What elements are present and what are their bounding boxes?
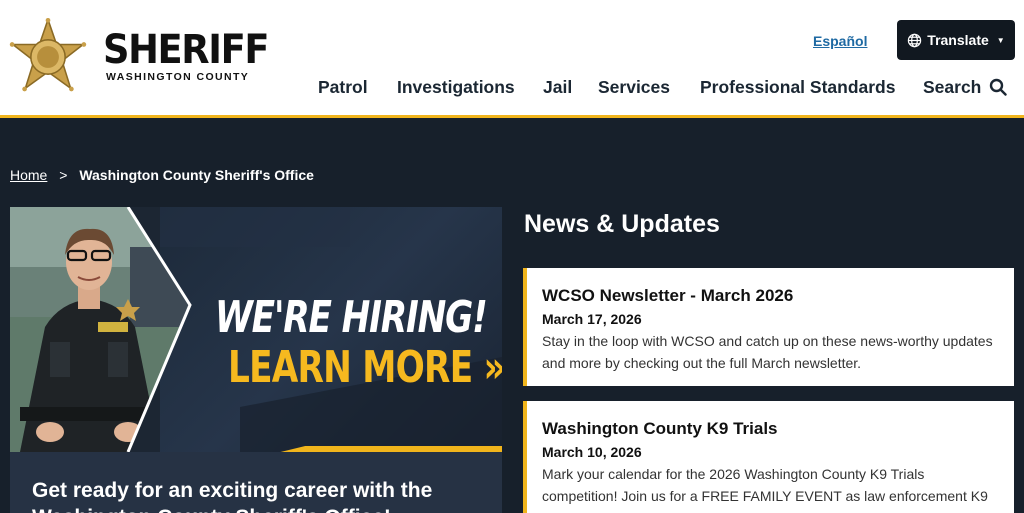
translate-button[interactable]: Translate ▼ bbox=[897, 20, 1015, 60]
nav-patrol[interactable]: Patrol bbox=[318, 77, 368, 98]
hero-caption: Get ready for an exciting career with th… bbox=[32, 479, 433, 513]
espanol-link[interactable]: Español bbox=[813, 33, 867, 49]
hero-caption-box: Get ready for an exciting career with th… bbox=[10, 452, 502, 513]
deputy-photo bbox=[10, 207, 192, 452]
news-heading: News & Updates bbox=[524, 210, 720, 238]
learn-more-cta[interactable]: LEARN MORE » bbox=[228, 345, 502, 391]
news-card[interactable]: Washington County K9 Trials March 10, 20… bbox=[523, 401, 1014, 513]
caret-down-icon: ▼ bbox=[996, 35, 1005, 45]
breadcrumb-current: Washington County Sheriff's Office bbox=[79, 167, 314, 183]
nav-investigations[interactable]: Investigations bbox=[397, 77, 515, 98]
nav-jail[interactable]: Jail bbox=[543, 77, 572, 98]
news-card-date: March 17, 2026 bbox=[542, 311, 642, 327]
hiring-headline: WE'RE HIRING! bbox=[215, 292, 488, 343]
news-card-summary: Mark your calendar for the 2026 Washingt… bbox=[542, 466, 990, 513]
news-card[interactable]: WCSO Newsletter - March 2026 March 17, 2… bbox=[523, 268, 1014, 386]
nav-search-label: Search bbox=[923, 77, 982, 97]
news-card-summary: Stay in the loop with WCSO and catch up … bbox=[542, 333, 993, 371]
site-header: SHERIFF WASHINGTON COUNTY Español Transl… bbox=[0, 0, 1024, 118]
brand-title: SHERIFF bbox=[103, 27, 269, 73]
breadcrumb-separator: > bbox=[59, 167, 68, 183]
breadcrumb-home-link[interactable]: Home bbox=[10, 167, 47, 183]
nav-search[interactable]: Search bbox=[923, 77, 1007, 98]
news-card-title[interactable]: WCSO Newsletter - March 2026 bbox=[542, 286, 1014, 306]
news-card-date: March 10, 2026 bbox=[542, 444, 642, 460]
nav-services[interactable]: Services bbox=[598, 77, 670, 98]
search-icon bbox=[990, 78, 1007, 96]
news-card-title[interactable]: Washington County K9 Trials bbox=[542, 419, 1014, 439]
hiring-banner[interactable]: WE'RE HIRING! LEARN MORE » bbox=[10, 207, 502, 452]
breadcrumb: Home > Washington County Sheriff's Offic… bbox=[10, 167, 314, 183]
brand-logo[interactable]: SHERIFF WASHINGTON COUNTY bbox=[103, 30, 282, 83]
translate-label: Translate bbox=[927, 32, 989, 48]
nav-professional-standards[interactable]: Professional Standards bbox=[700, 77, 895, 98]
main-nav: Patrol Investigations Jail Services Prof… bbox=[0, 77, 1024, 99]
globe-icon bbox=[908, 33, 922, 47]
